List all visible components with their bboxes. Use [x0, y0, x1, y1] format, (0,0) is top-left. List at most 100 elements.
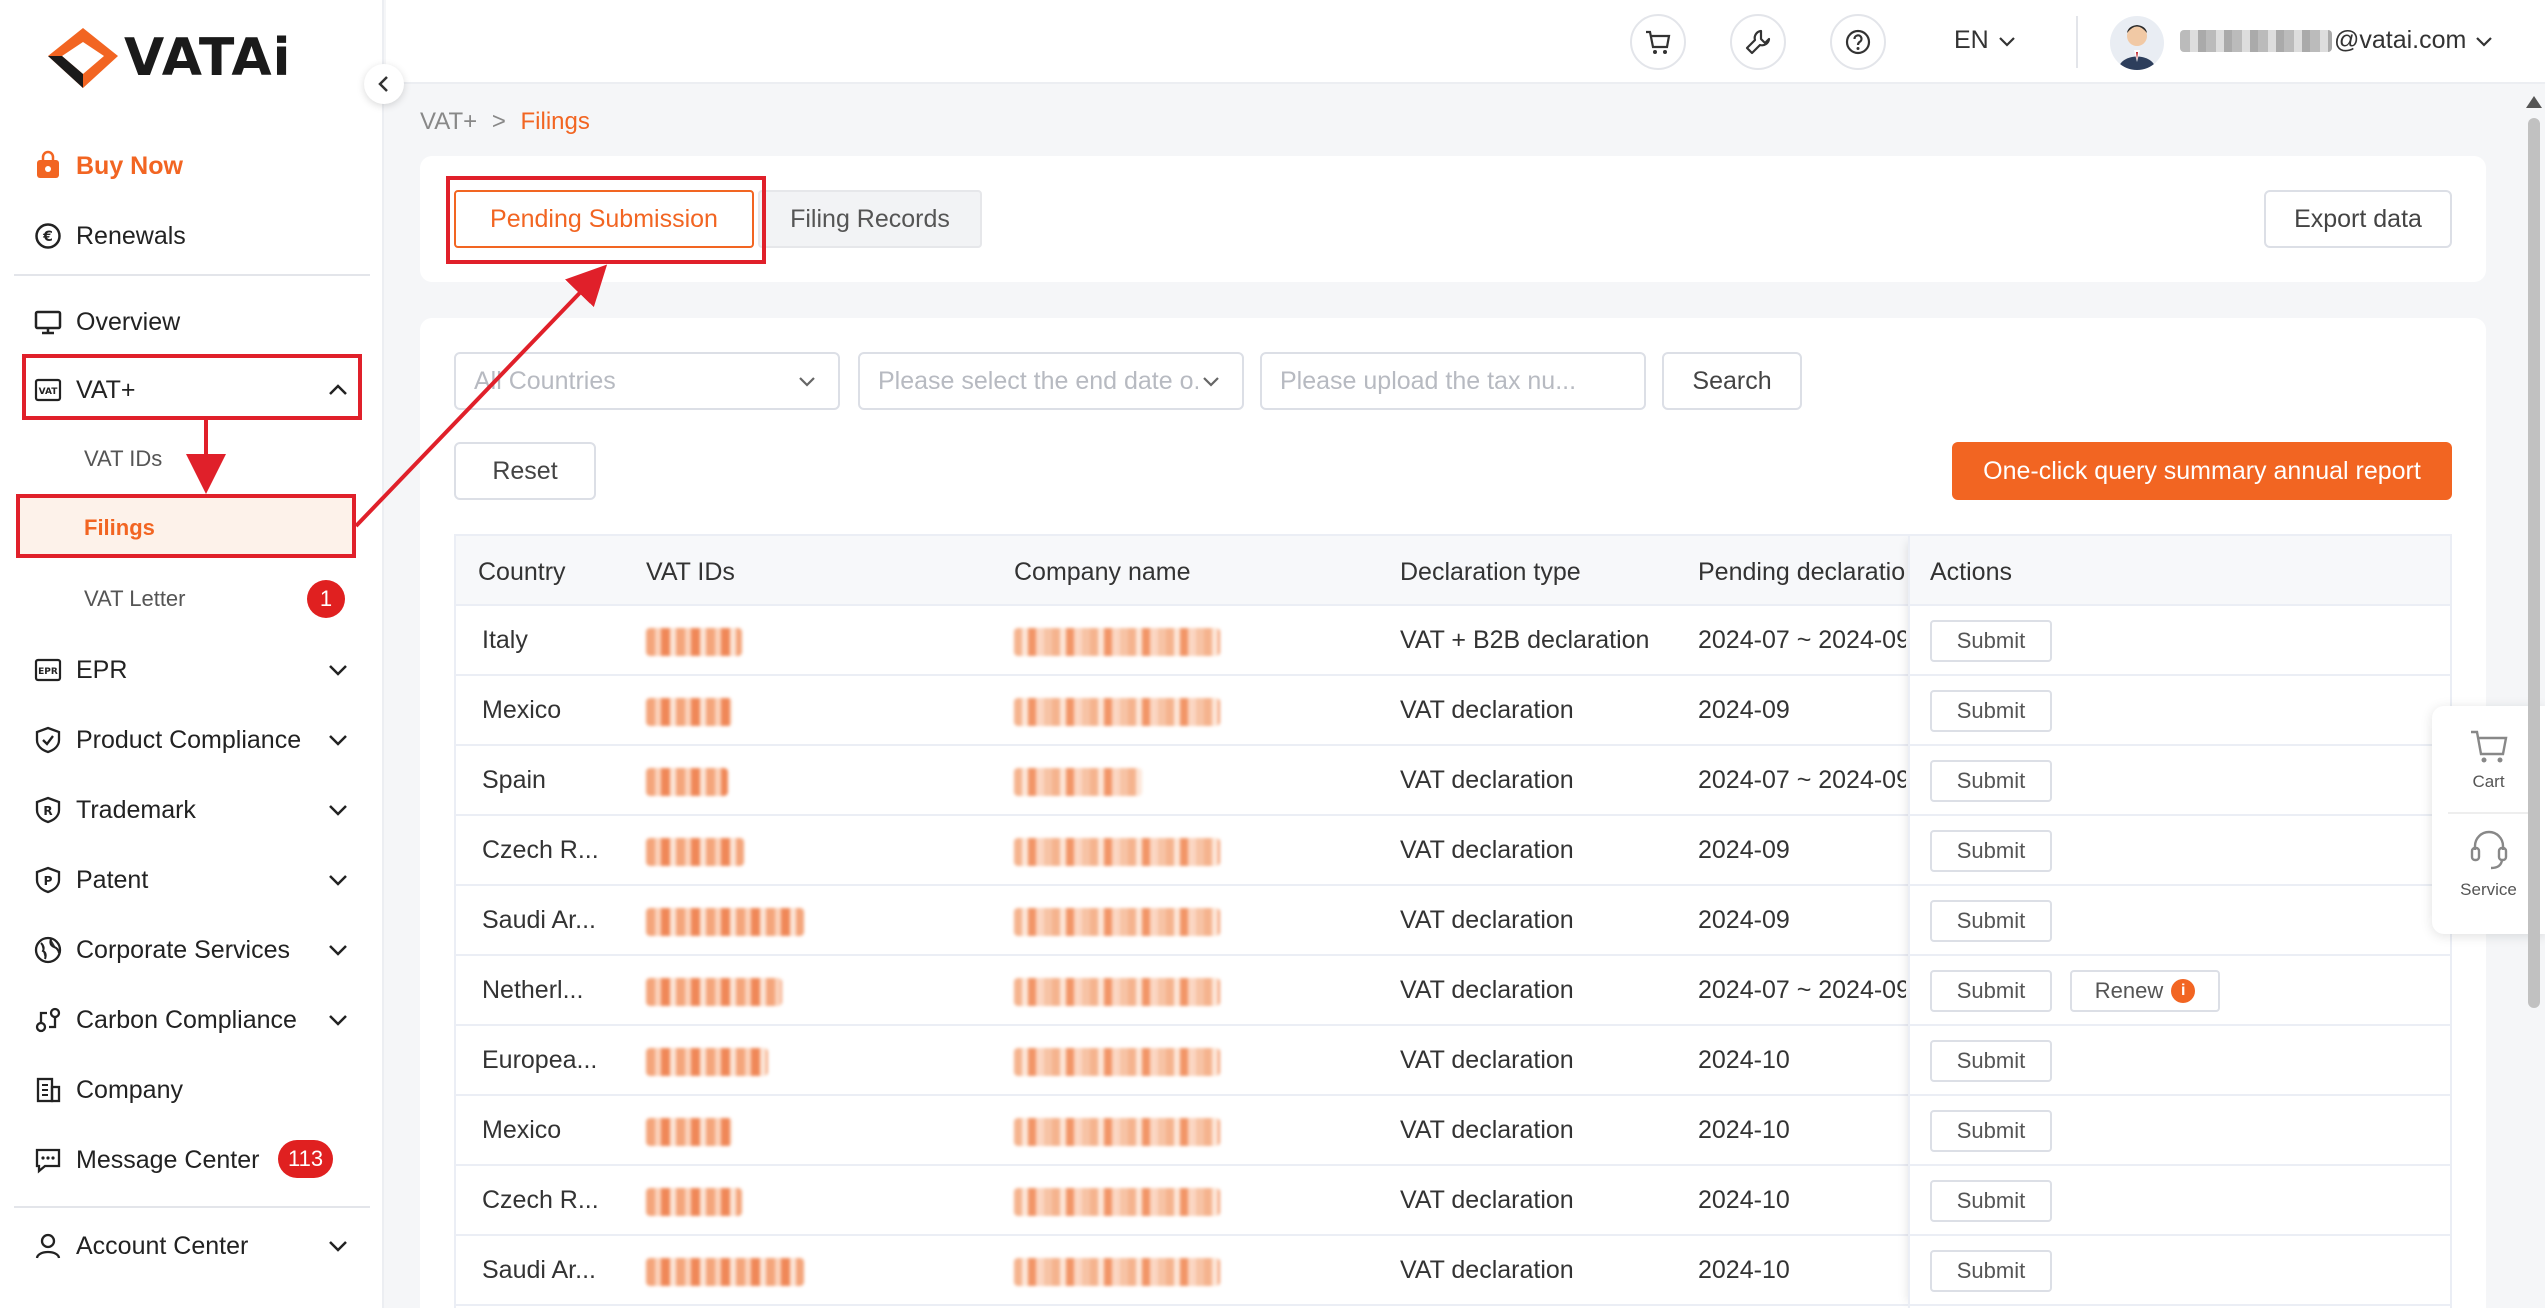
topbar: EN @vatai.com — [386, 0, 2545, 84]
cell-pending-period: 2024-09 — [1698, 836, 1790, 864]
annual-report-button[interactable]: One-click query summary annual report — [1952, 442, 2452, 500]
epr-badge-icon: EPR — [32, 654, 64, 686]
language-selector[interactable]: EN — [1954, 26, 2019, 55]
cell-company-redacted — [1014, 978, 1220, 1006]
shop-bag-icon — [32, 150, 64, 182]
tab-filing-records[interactable]: Filing Records — [758, 190, 982, 248]
divider — [14, 1206, 370, 1208]
monitor-icon — [32, 306, 64, 338]
cell-country: Czech R... — [482, 836, 599, 864]
cell-declaration-type: VAT declaration — [1400, 696, 1574, 724]
sidebar-item-patent[interactable]: P Patent — [32, 854, 352, 906]
tax-number-placeholder: Please upload the tax nu... — [1280, 366, 1577, 395]
search-button[interactable]: Search — [1662, 352, 1802, 410]
divider — [2448, 812, 2528, 814]
cell-vat-id-redacted — [646, 768, 728, 796]
chevron-down-icon — [2476, 36, 2493, 47]
cell-pending-period: 2024-09 — [1698, 696, 1790, 724]
cell-company-redacted — [1014, 1048, 1220, 1076]
sidebar-collapse-button[interactable] — [364, 64, 404, 104]
chevron-down-icon — [329, 945, 347, 956]
sidebar-item-trademark[interactable]: R Trademark — [32, 784, 352, 836]
tools-button[interactable] — [1730, 14, 1786, 70]
sidebar-subitem-vat-ids[interactable]: VAT IDs — [84, 446, 162, 472]
help-button[interactable] — [1830, 14, 1886, 70]
sidebar-item-label: Renewals — [76, 221, 186, 250]
cell-company-redacted — [1014, 698, 1220, 726]
column-header-country: Country — [478, 558, 566, 586]
user-menu[interactable]: @vatai.com — [2180, 26, 2496, 55]
chevron-down-icon — [329, 875, 347, 886]
chevron-down-icon — [329, 1015, 347, 1026]
sidebar-item-corporate-services[interactable]: Corporate Services — [32, 924, 352, 976]
sidebar-item-label: Overview — [76, 307, 181, 336]
end-date-select[interactable]: Please select the end date o... — [858, 352, 1244, 410]
sidebar-item-company[interactable]: Company — [32, 1064, 352, 1116]
sidebar-item-overview[interactable]: Overview — [32, 296, 352, 348]
vatai-logo-icon — [48, 28, 118, 88]
actions-column-shadow — [1908, 536, 2450, 1308]
cell-declaration-type: VAT declaration — [1400, 1116, 1574, 1144]
chevron-down-icon — [329, 665, 347, 676]
annotation-box-filings — [16, 494, 356, 558]
scroll-up-arrow-icon[interactable] — [2526, 96, 2542, 108]
avatar[interactable] — [2110, 16, 2164, 70]
sidebar-item-label: Patent — [76, 865, 149, 894]
cell-country: Europea... — [482, 1046, 598, 1074]
sidebar-item-account-center[interactable]: Account Center — [32, 1220, 352, 1272]
breadcrumb-root[interactable]: VAT+ — [420, 108, 477, 135]
cell-pending-period: 2024-10 — [1698, 1256, 1790, 1284]
cell-pending-period: 2024-07 ~ 2024-09 — [1698, 626, 1906, 654]
cart-icon — [1646, 30, 1671, 54]
cell-country: Spain — [482, 766, 546, 794]
user-avatar-icon — [2118, 25, 2156, 70]
cell-declaration-type: VAT declaration — [1400, 976, 1574, 1004]
breadcrumb: VAT+ > Filings — [420, 108, 590, 136]
cell-country: Saudi Ar... — [482, 1256, 596, 1284]
chevron-left-icon — [378, 76, 388, 92]
language-label: EN — [1954, 26, 1989, 54]
cell-country: Czech R... — [482, 1186, 599, 1214]
cell-company-redacted — [1014, 1258, 1220, 1286]
sidebar-item-renewals[interactable]: € Renewals — [32, 210, 352, 262]
scrollbar-thumb[interactable] — [2528, 118, 2540, 1008]
sidebar-item-product-compliance[interactable]: Product Compliance — [32, 714, 352, 766]
sidebar-item-label: Product Compliance — [76, 725, 302, 754]
tax-number-input[interactable]: Please upload the tax nu... — [1260, 352, 1646, 410]
sidebar-item-buy-now[interactable]: Buy Now — [32, 140, 352, 192]
annotation-box-pending-tab — [446, 176, 766, 264]
euro-circle-icon: € — [32, 220, 64, 252]
sidebar-item-epr[interactable]: EPR EPR — [32, 644, 352, 696]
cell-vat-id-redacted — [646, 908, 804, 936]
message-icon — [32, 1144, 64, 1176]
cell-company-redacted — [1014, 1188, 1220, 1216]
reset-button[interactable]: Reset — [454, 442, 596, 500]
sidebar-subitem-vat-letter[interactable]: VAT Letter — [84, 586, 186, 612]
cell-declaration-type: VAT declaration — [1400, 1046, 1574, 1074]
cell-country: Italy — [482, 626, 528, 654]
cart-button[interactable] — [1630, 14, 1686, 70]
cell-country: Mexico — [482, 696, 562, 724]
svg-text:EPR: EPR — [38, 667, 58, 677]
cell-company-redacted — [1014, 768, 1142, 796]
trademark-icon: R — [32, 794, 64, 826]
email-suffix: @vatai.com — [2334, 26, 2467, 54]
cell-vat-id-redacted — [646, 1048, 768, 1076]
logo[interactable]: VATAi — [46, 26, 291, 90]
sidebar-item-carbon-compliance[interactable]: Carbon Compliance — [32, 994, 352, 1046]
user-icon — [32, 1230, 64, 1262]
cell-declaration-type: VAT declaration — [1400, 836, 1574, 864]
cell-vat-id-redacted — [646, 628, 742, 656]
help-icon — [1845, 29, 1871, 55]
cell-country: Saudi Ar... — [482, 906, 596, 934]
logo-text: VATAi — [124, 28, 292, 88]
country-select[interactable]: All Countries — [454, 352, 840, 410]
sidebar-item-label: Company — [76, 1075, 183, 1104]
column-header-pending: Pending declaratio — [1698, 558, 1906, 586]
export-data-button[interactable]: Export data — [2264, 190, 2452, 248]
globe-icon — [32, 934, 64, 966]
column-header-company: Company name — [1014, 558, 1191, 586]
vat-letter-badge: 1 — [307, 580, 345, 618]
cell-pending-period: 2024-09 — [1698, 906, 1790, 934]
patent-icon: P — [32, 864, 64, 896]
